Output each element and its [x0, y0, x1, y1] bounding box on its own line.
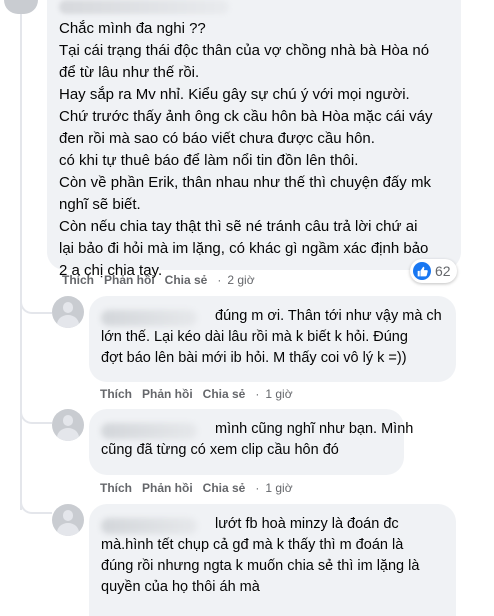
timestamp[interactable]: 2 giờ [227, 273, 254, 287]
comment-line: Chứ trước thấy ảnh ông ck cầu hôn bà Hòa… [59, 108, 433, 125]
author-name-blurred [59, 0, 229, 14]
reply-actions: Thích Phản hồi Chia sẻ · 1 giờ [100, 481, 303, 495]
comment-line: Còn nếu chia tay thật thì sẽ né tránh câ… [59, 218, 418, 235]
reaction-summary[interactable]: 62 [410, 259, 457, 283]
comment-line: Chắc mình đa nghi ?? [59, 20, 206, 37]
share-button[interactable]: Chia sẻ [203, 481, 246, 495]
share-button[interactable]: Chia sẻ [165, 273, 208, 287]
separator-dot: · [255, 481, 260, 495]
reply-bubble: mình cũng nghĩ như bạn. Mình cũng đã từn… [89, 409, 413, 475]
thread-line [20, 14, 22, 510]
reply-avatar[interactable] [52, 296, 84, 328]
comment-line: lại bảo đi hỏi mà im lặng, có khác gì ng… [59, 240, 429, 257]
reply-author-blurred [101, 518, 197, 534]
comment-line: nghĩ sẽ biết. [59, 196, 141, 213]
share-button[interactable]: Chia sẻ [203, 387, 246, 401]
reply-line: mà.hình tết chụp cả gđ mà k thấy thì m đ… [101, 537, 404, 553]
reply-line: cũng đã từng có xem clip cầu hôn đó [101, 442, 339, 458]
reply-button[interactable]: Phản hồi [142, 481, 193, 495]
separator-dot: · [255, 387, 260, 401]
main-comment-avatar[interactable] [4, 0, 38, 14]
like-button[interactable]: Thích [100, 387, 132, 401]
main-comment-bubble: Chắc mình đa nghi ?? Tại cái trạng thái … [47, 0, 461, 279]
comment-line: Hay sắp ra Mv nhỉ. Kiểu gây sự chú ý với… [59, 86, 410, 103]
reply-connector [20, 500, 52, 514]
reply-line: đợt báo lên bài mới ib hỏi. M thấy coi v… [101, 350, 407, 366]
reply-bubble: đúng m ơi. Thân tới như vậy mà ch lớn th… [89, 296, 456, 382]
reply-line: lớn thế. Lại kéo dài lâu rồi mà k biết k… [101, 329, 408, 345]
separator-dot: · [217, 273, 222, 287]
like-button[interactable]: Thích [62, 273, 94, 287]
reaction-count: 62 [435, 263, 451, 279]
reply-connector [20, 410, 52, 424]
reply-author-blurred [101, 423, 197, 439]
comment-line: đen rồi mà sao có báo viết chưa được cầu… [59, 130, 375, 147]
comment-line: có khi tự thuê báo để làm nổi tin đồn lê… [59, 152, 359, 169]
reply-author-blurred [101, 310, 197, 326]
reply-button[interactable]: Phản hồi [104, 273, 155, 287]
like-button[interactable]: Thích [100, 481, 132, 495]
comment-line: để từ lâu như thế rồi. [59, 64, 200, 81]
reply-connector [20, 300, 52, 314]
reply-line: đúng rồi nhưng ngta k muốn chia sẻ thì i… [101, 558, 420, 574]
main-comment-actions: Thích Phản hồi Chia sẻ · 2 giờ [62, 273, 265, 287]
reply-avatar[interactable] [52, 409, 84, 441]
reply-bubble: lướt fb hoà minzy là đoán đc mà.hình tết… [89, 504, 456, 616]
comment-line: Tại cái trạng thái độc thân của vợ chồng… [59, 42, 430, 59]
reply-avatar[interactable] [52, 504, 84, 536]
reply-button[interactable]: Phản hồi [142, 387, 193, 401]
reply-line: quyền của họ thôi áh mà [101, 579, 260, 595]
timestamp[interactable]: 1 giờ [265, 387, 292, 401]
timestamp[interactable]: 1 giờ [265, 481, 292, 495]
reply-actions: Thích Phản hồi Chia sẻ · 1 giờ [100, 387, 303, 401]
like-reaction-icon [413, 262, 431, 280]
comment-line: Còn về phần Erik, thân nhau như thế thì … [59, 174, 431, 191]
